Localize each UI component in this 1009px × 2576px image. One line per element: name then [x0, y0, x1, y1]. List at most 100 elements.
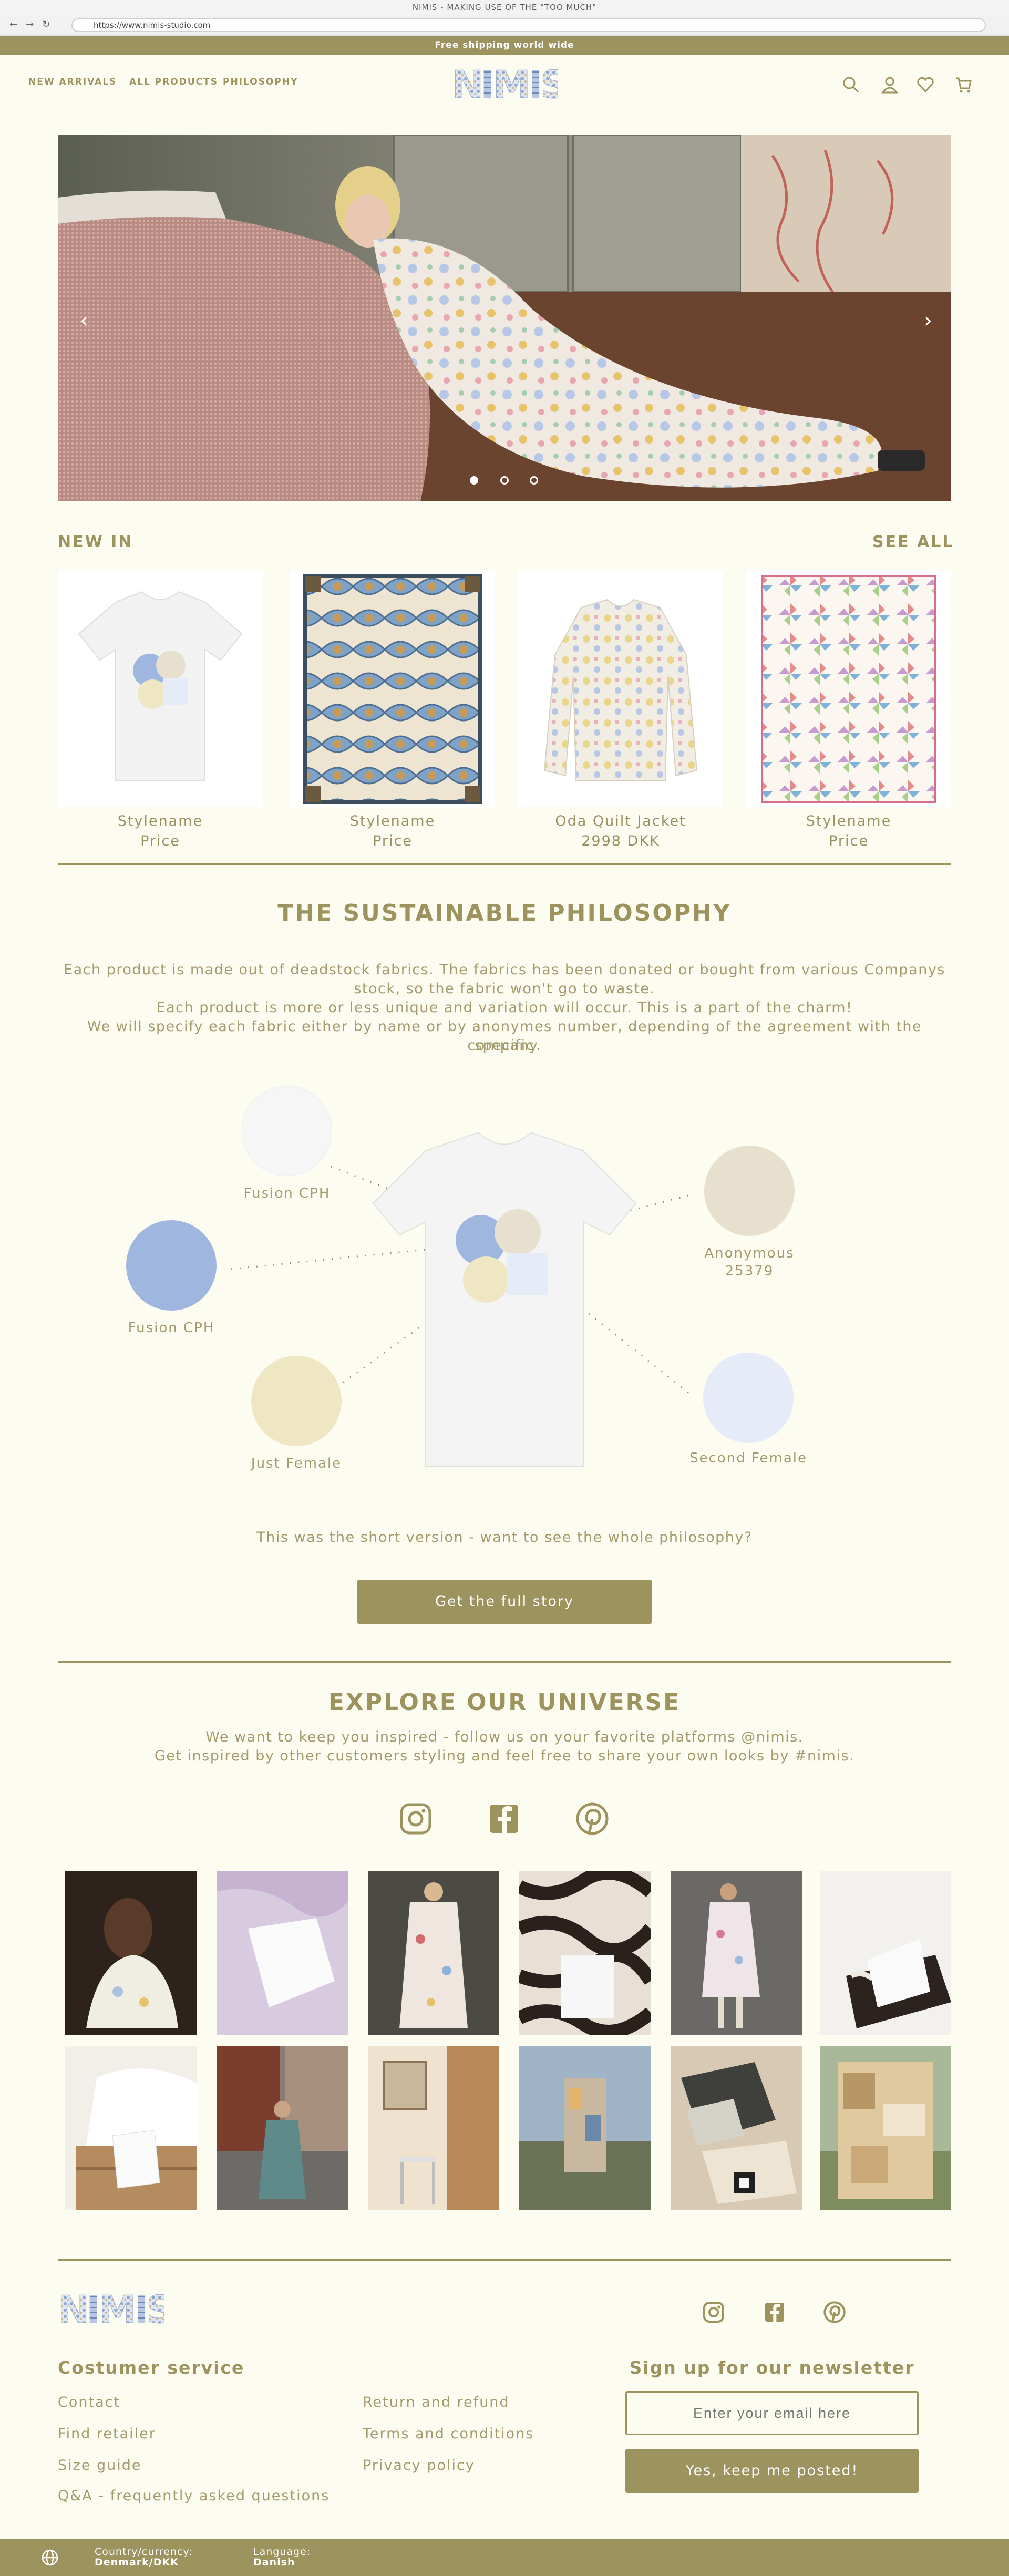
- product-name: Stylename: [806, 813, 892, 829]
- instagram-post[interactable]: [65, 2046, 197, 2210]
- philosophy-line-1: Each product is made out of deadstock fa…: [64, 962, 945, 978]
- logo[interactable]: N I M I S: [451, 64, 559, 104]
- footer-link-contact[interactable]: Contact: [58, 2394, 120, 2410]
- svg-text:I: I: [86, 2289, 100, 2329]
- fabric-label: Fusion CPH: [243, 1186, 331, 1201]
- post-image: [217, 2046, 348, 2210]
- nav-all-products[interactable]: ALL PRODUCTS: [129, 77, 218, 87]
- footer-logo[interactable]: N I M I S: [57, 2288, 174, 2332]
- post-image: [65, 2046, 197, 2210]
- footer-link-faq[interactable]: Q&A - frequently asked questions: [58, 2488, 330, 2504]
- footer-pinterest-icon[interactable]: [823, 2301, 846, 2324]
- instagram-post[interactable]: [519, 1871, 651, 2035]
- product-card[interactable]: [58, 571, 263, 807]
- post-image: [65, 1871, 197, 2035]
- product-card[interactable]: [518, 571, 723, 807]
- country-label: Country/currency:: [95, 2546, 193, 2558]
- globe-icon: [42, 2549, 58, 2566]
- post-image: [368, 1871, 499, 2035]
- instagram-post[interactable]: [65, 1871, 197, 2035]
- see-all-link[interactable]: SEE ALL: [872, 533, 954, 551]
- back-icon[interactable]: ←: [9, 19, 17, 30]
- browser-toolbar: ← → ↻ https://www.nimis-studio.com: [0, 15, 1009, 36]
- footer-link-find-retailer[interactable]: Find retailer: [58, 2426, 156, 2442]
- philosophy-line-2: stock, so the fabric won't go to waste.: [354, 981, 655, 997]
- fabric-swatch-just-female: [251, 1356, 342, 1446]
- post-image: [217, 1871, 348, 2035]
- product-name: Stylename: [349, 813, 436, 829]
- language-selector[interactable]: Language: Danish: [253, 2547, 311, 2568]
- address-bar[interactable]: https://www.nimis-studio.com: [71, 18, 986, 32]
- svg-text:I: I: [480, 64, 495, 104]
- instagram-post[interactable]: [671, 1871, 802, 2035]
- pinterest-icon[interactable]: [575, 1801, 610, 1836]
- reload-icon[interactable]: ↻: [42, 19, 50, 30]
- post-image: [519, 2046, 651, 2210]
- product-name: Stylename: [117, 813, 203, 829]
- fabric-swatch-fusion-cph: [242, 1086, 332, 1176]
- section-divider: [58, 863, 951, 865]
- instagram-post[interactable]: [820, 1871, 951, 2035]
- carousel-dot-3[interactable]: [530, 476, 538, 485]
- nav-new-arrivals[interactable]: NEW ARRIVALS: [28, 77, 117, 87]
- carousel-dot-1[interactable]: [470, 476, 478, 485]
- instagram-post[interactable]: [820, 2046, 951, 2210]
- svg-text:M: M: [493, 64, 531, 104]
- search-icon[interactable]: [842, 76, 860, 94]
- footer-facebook-icon[interactable]: [763, 2301, 786, 2324]
- hero-image: [58, 135, 951, 501]
- full-story-button[interactable]: Get the full story: [357, 1580, 652, 1624]
- universe-line-1: We want to keep you inspired - follow us…: [205, 1729, 804, 1745]
- product-image-quilt-pinwheel: [761, 575, 936, 803]
- announcement-bar: Free shipping world wide: [0, 36, 1009, 55]
- newsletter-email-input[interactable]: [625, 2391, 919, 2435]
- post-image: [671, 1871, 802, 2035]
- newsletter-submit-button[interactable]: Yes, keep me posted!: [625, 2449, 919, 2493]
- footer-link-privacy[interactable]: Privacy policy: [363, 2457, 475, 2474]
- instagram-post[interactable]: [217, 2046, 348, 2210]
- post-image: [820, 1871, 951, 2035]
- footer-link-terms[interactable]: Terms and conditions: [363, 2426, 534, 2442]
- new-in-title: NEW IN: [58, 533, 133, 551]
- universe-line-2: Get inspired by other customers styling …: [154, 1748, 855, 1764]
- country-selector[interactable]: Country/currency: Denmark/DKK: [95, 2547, 193, 2568]
- carousel-next-icon[interactable]: ›: [918, 310, 939, 331]
- product-image-quilt-blue: [303, 574, 482, 804]
- instagram-post[interactable]: [519, 2046, 651, 2210]
- language-label: Language:: [253, 2546, 311, 2558]
- post-image: [671, 2046, 802, 2210]
- footer-link-return-refund[interactable]: Return and refund: [363, 2394, 510, 2410]
- product-price: Price: [373, 833, 413, 849]
- newsletter-title: Sign up for our newsletter: [629, 2357, 915, 2378]
- product-price: Price: [829, 833, 869, 849]
- footer-link-size-guide[interactable]: Size guide: [58, 2457, 142, 2474]
- instagram-post[interactable]: [217, 1871, 348, 2035]
- nav-philosophy[interactable]: PHILOSOPHY: [223, 77, 298, 87]
- cart-icon[interactable]: [954, 76, 972, 94]
- wishlist-icon[interactable]: [917, 76, 934, 94]
- footer-instagram-icon[interactable]: [702, 2301, 725, 2324]
- window-title: NIMIS - MAKING USE OF THE "TOO MUCH": [0, 0, 1009, 15]
- product-name: Oda Quilt Jacket: [555, 813, 686, 829]
- product-card[interactable]: [290, 571, 495, 807]
- forward-icon[interactable]: →: [26, 19, 34, 30]
- carousel-prev-icon[interactable]: ‹: [74, 310, 95, 331]
- instagram-post[interactable]: [368, 2046, 499, 2210]
- account-icon[interactable]: [881, 76, 899, 94]
- philosophy-line-3: Each product is more or less unique and …: [156, 1000, 853, 1016]
- instagram-post[interactable]: [368, 1871, 499, 2035]
- fabric-label: Fusion CPH: [128, 1320, 215, 1336]
- product-card[interactable]: [746, 571, 951, 807]
- product-image-tshirt: [78, 591, 243, 781]
- instagram-icon[interactable]: [398, 1801, 433, 1836]
- fabric-swatch-anonymous: [704, 1146, 795, 1236]
- fabric-label: Second Female: [689, 1450, 807, 1466]
- facebook-icon[interactable]: [487, 1801, 521, 1836]
- short-version-text: This was the short version - want to see…: [256, 1529, 753, 1545]
- carousel-dot-2[interactable]: [500, 476, 509, 485]
- philosophy-title: THE SUSTAINABLE PHILOSOPHY: [277, 900, 732, 926]
- post-image: [820, 2046, 951, 2210]
- instagram-post[interactable]: [671, 2046, 802, 2210]
- hero-carousel[interactable]: [58, 135, 951, 501]
- svg-text:S: S: [146, 2289, 164, 2329]
